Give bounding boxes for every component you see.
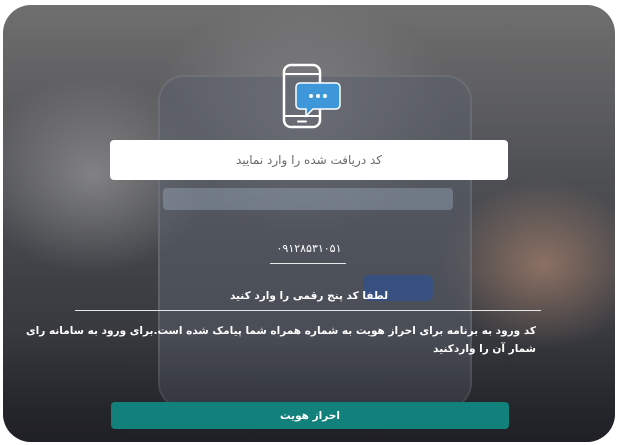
phone-number: ۰۹۱۲۸۵۳۱۰۵۱ bbox=[276, 242, 342, 255]
verification-panel: ۰۹۱۲۸۵۳۱۰۵۱ لطفا کد پنج رقمی را وارد کنی… bbox=[3, 5, 615, 442]
authenticate-button[interactable]: احراز هویت bbox=[111, 402, 509, 429]
phone-number-underline bbox=[270, 263, 346, 264]
verification-code-input[interactable] bbox=[110, 140, 508, 180]
phone-message-icon bbox=[282, 63, 341, 129]
verification-content: ۰۹۱۲۸۵۳۱۰۵۱ لطفا کد پنج رقمی را وارد کنی… bbox=[3, 5, 615, 442]
instruction-text: لطفا کد پنج رقمی را وارد کنید bbox=[229, 290, 389, 302]
description-text: کد ورود به برنامه برای احراز هویت به شما… bbox=[26, 325, 536, 355]
divider bbox=[75, 310, 541, 311]
